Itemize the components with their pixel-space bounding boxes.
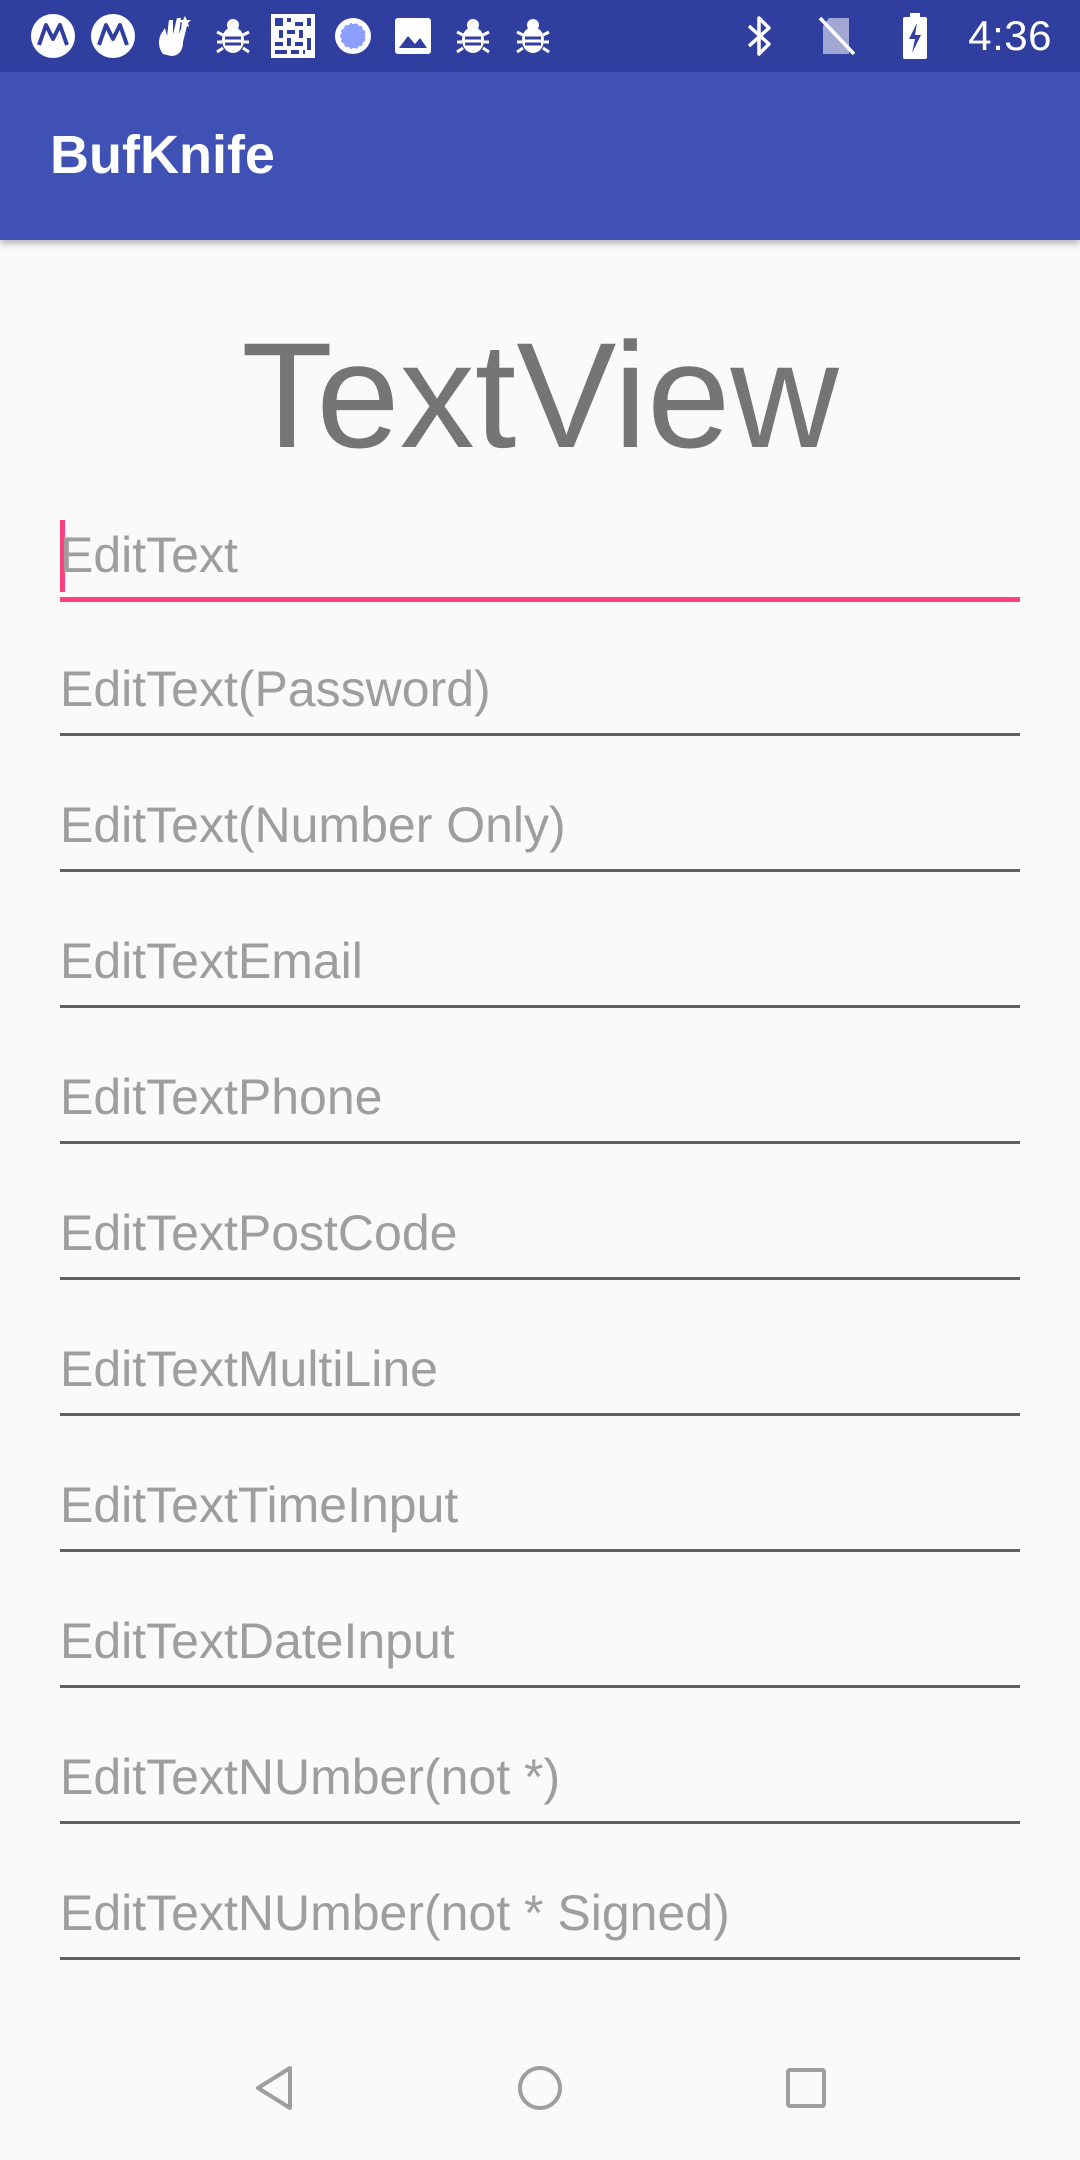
qr-code-icon [268,11,318,61]
bluetooth-icon [734,11,784,61]
number-field[interactable]: EditTextNUmber(not *) [60,1714,1020,1824]
text-view: TextView [241,311,839,479]
field-underline [60,1957,1020,1960]
email-placeholder: EditTextEmail [60,933,363,989]
field-underline [60,1549,1020,1552]
back-button[interactable] [238,2052,310,2124]
time-input-field[interactable]: EditTextTimeInput [60,1442,1020,1552]
recents-icon [786,2068,826,2108]
field-underline [60,1821,1020,1824]
number-signed-placeholder: EditTextNUmber(not * Signed) [60,1885,730,1941]
notification-icons [28,10,558,62]
home-button[interactable] [504,2052,576,2124]
bug-icon [508,11,558,61]
status-bar: 4:36 [0,0,1080,72]
motorola-icon [28,11,78,61]
field-underline [60,869,1020,872]
time-input-placeholder: EditTextTimeInput [60,1477,459,1533]
email-field[interactable]: EditTextEmail [60,898,1020,1008]
date-input-placeholder: EditTextDateInput [60,1613,455,1669]
password-field[interactable]: EditText(Password) [60,626,1020,736]
password-placeholder: EditText(Password) [60,661,491,717]
bug-icon [208,11,258,61]
date-input-field[interactable]: EditTextDateInput [60,1578,1020,1688]
motorola-icon [88,11,138,61]
field-underline [60,733,1020,736]
app-bar: BufKnife [0,72,1080,240]
edit-text-placeholder: EditText [60,527,238,583]
no-sim-icon [812,11,862,61]
system-status-icons: 4:36 [734,10,1052,62]
battery-charging-icon [890,11,940,61]
bug-icon [448,11,498,61]
field-underline [60,1141,1020,1144]
navigation-bar [0,2016,1080,2160]
number-signed-field[interactable]: EditTextNUmber(not * Signed) [60,1850,1020,1960]
number-only-field[interactable]: EditText(Number Only) [60,762,1020,872]
phone-field[interactable]: EditTextPhone [60,1034,1020,1144]
number-only-placeholder: EditText(Number Only) [60,797,566,853]
edit-text-field[interactable]: EditText [60,492,1020,602]
image-icon [388,11,438,61]
number-placeholder: EditTextNUmber(not *) [60,1749,561,1805]
field-underline [60,1413,1020,1416]
home-icon [518,2066,562,2110]
sync-circle-icon [328,11,378,61]
multiline-field[interactable]: EditTextMultiLine [60,1306,1020,1416]
hand-sparkle-icon [148,11,198,61]
clock: 4:36 [968,12,1052,59]
app-title: BufKnife [50,125,275,185]
field-underline [60,1685,1020,1688]
phone-placeholder: EditTextPhone [60,1069,383,1125]
postcode-placeholder: EditTextPostCode [60,1205,458,1261]
multiline-placeholder: EditTextMultiLine [60,1341,438,1397]
back-icon [256,2066,292,2110]
recents-button[interactable] [770,2052,842,2124]
postcode-field[interactable]: EditTextPostCode [60,1170,1020,1280]
field-underline [60,1277,1020,1280]
field-underline [60,1005,1020,1008]
field-underline [60,597,1020,602]
